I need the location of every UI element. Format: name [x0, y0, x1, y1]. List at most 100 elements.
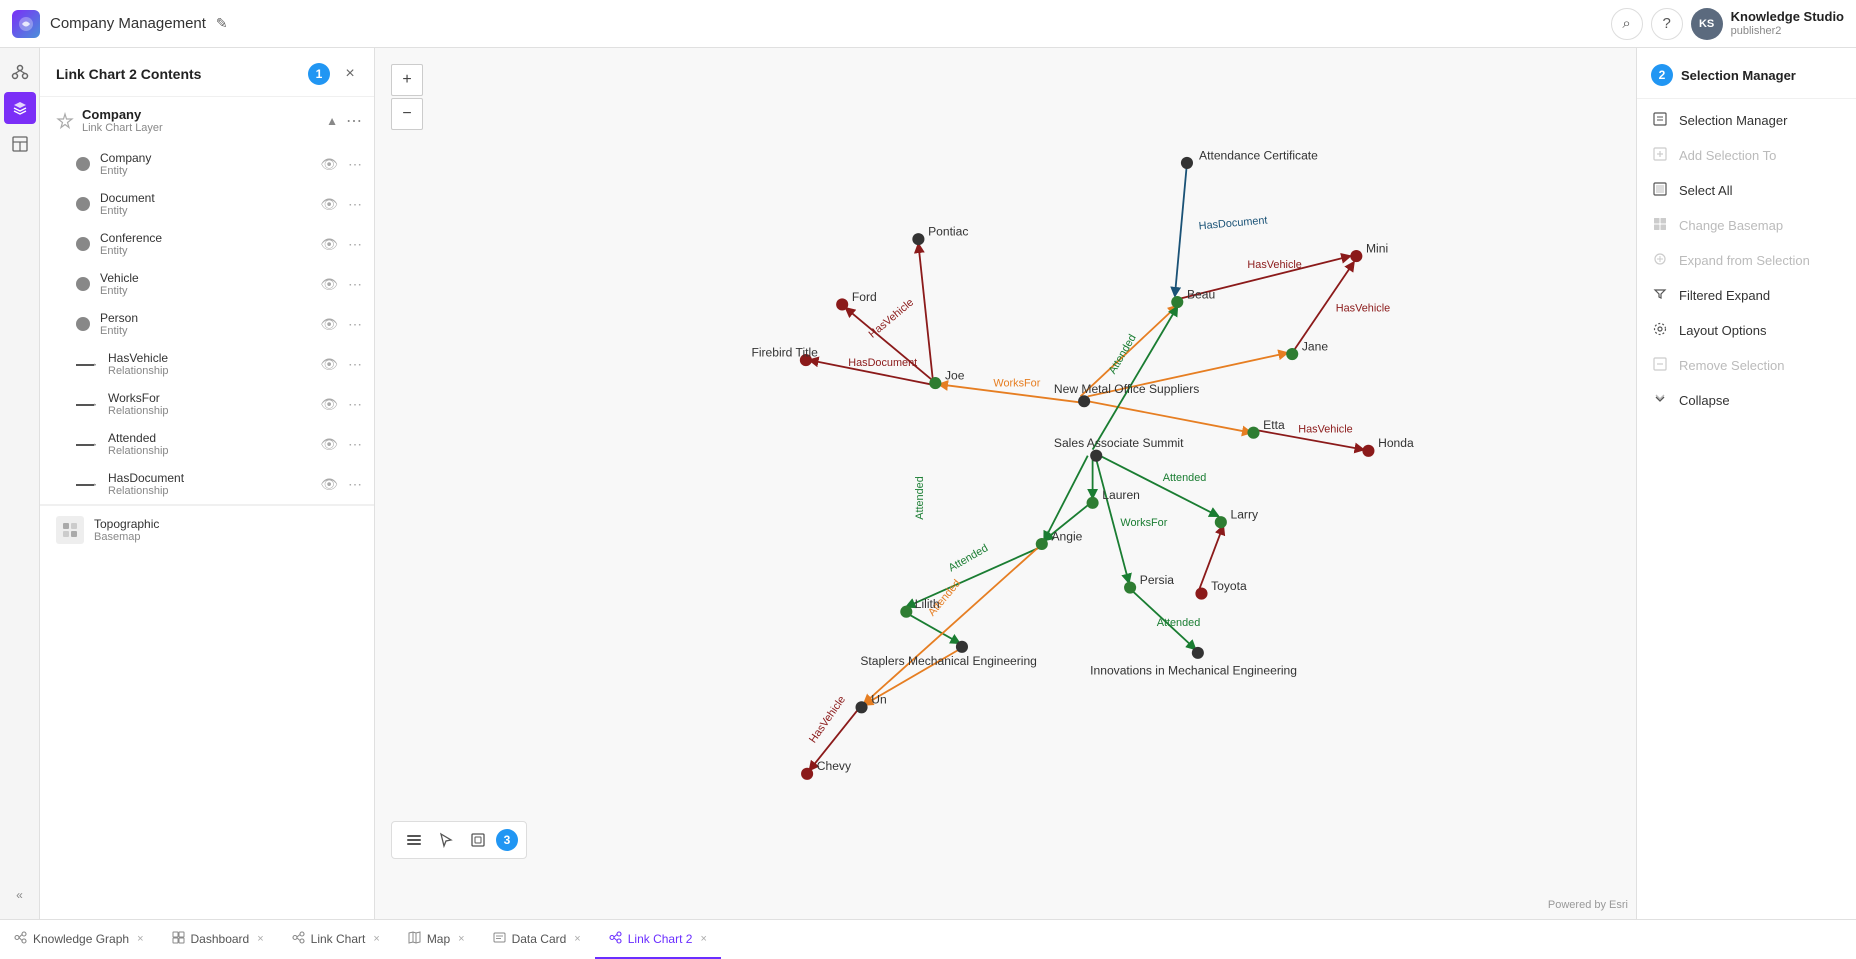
- layer-group-more-button[interactable]: ⋯: [346, 111, 362, 131]
- menu-item-layout-options[interactable]: Layout Options: [1637, 313, 1856, 348]
- visibility-toggle-icon[interactable]: 👁: [320, 276, 338, 293]
- layer-item-attended[interactable]: Attended Relationship 👁 ⋯: [60, 424, 374, 464]
- visibility-toggle-icon[interactable]: 👁: [320, 356, 338, 373]
- node-etta[interactable]: Etta: [1247, 418, 1284, 439]
- tab-dashboard[interactable]: Dashboard ×: [158, 920, 278, 959]
- node-lauren[interactable]: Lauren: [1087, 488, 1140, 509]
- tab-close-map[interactable]: ×: [458, 933, 464, 945]
- menu-item-collapse[interactable]: Collapse: [1637, 383, 1856, 418]
- zoom-in-button[interactable]: +: [391, 64, 423, 96]
- node-honda[interactable]: Honda: [1362, 436, 1414, 457]
- svg-text:Chevy: Chevy: [817, 759, 852, 773]
- menu-item-selection-manager[interactable]: Selection Manager: [1637, 103, 1856, 138]
- layer-item-more-button[interactable]: ⋯: [348, 396, 362, 413]
- layer-item-conference[interactable]: Conference Entity 👁 ⋯: [60, 224, 374, 264]
- layer-item-hasdocument[interactable]: HasDocument Relationship 👁 ⋯: [60, 464, 374, 504]
- svg-text:Pontiac: Pontiac: [928, 225, 968, 239]
- zoom-out-button[interactable]: −: [391, 98, 423, 130]
- visibility-toggle-icon[interactable]: 👁: [320, 476, 338, 493]
- node-mini[interactable]: Mini: [1350, 241, 1388, 262]
- tab-knowledge-graph[interactable]: Knowledge Graph ×: [0, 920, 158, 959]
- layer-item-vehicle[interactable]: Vehicle Entity 👁 ⋯: [60, 264, 374, 304]
- rail-icon-collapse[interactable]: «: [4, 879, 36, 911]
- rail-icon-network[interactable]: [4, 56, 36, 88]
- layer-item-more-button[interactable]: ⋯: [348, 316, 362, 333]
- svg-text:Persia: Persia: [1140, 573, 1175, 587]
- layer-item-company[interactable]: Company Entity 👁 ⋯: [60, 144, 374, 184]
- visibility-toggle-icon[interactable]: 👁: [320, 236, 338, 253]
- layer-item-person[interactable]: Person Entity 👁 ⋯: [60, 304, 374, 344]
- rail-icon-table[interactable]: [4, 128, 36, 160]
- visibility-toggle-icon[interactable]: 👁: [320, 156, 338, 173]
- node-firebird[interactable]: Firebird Title: [751, 345, 818, 366]
- node-un[interactable]: Un: [855, 693, 886, 714]
- visibility-toggle-icon[interactable]: 👁: [320, 396, 338, 413]
- svg-text:Attended: Attended: [947, 542, 991, 574]
- node-innovations[interactable]: Innovations in Mechanical Engineering: [1090, 647, 1297, 678]
- layer-item-more-button[interactable]: ⋯: [348, 156, 362, 173]
- visibility-toggle-icon[interactable]: 👁: [320, 316, 338, 333]
- help-button[interactable]: ?: [1651, 8, 1683, 40]
- node-attendance-cert[interactable]: Attendance Certificate: [1181, 148, 1318, 169]
- node-persia[interactable]: Persia: [1124, 573, 1174, 594]
- layer-item-more-button[interactable]: ⋯: [348, 356, 362, 373]
- chevron-up-icon: ▲: [326, 114, 338, 128]
- edit-icon[interactable]: ✎: [216, 15, 228, 32]
- tab-label-data-card: Data Card: [512, 932, 567, 946]
- node-staplers[interactable]: Staplers Mechanical Engineering: [860, 641, 1037, 668]
- layer-group-header[interactable]: Company Link Chart Layer ▲ ⋯: [40, 97, 374, 144]
- layer-item-document[interactable]: Document Entity 👁 ⋯: [60, 184, 374, 224]
- menu-item-select-all[interactable]: Select All: [1637, 173, 1856, 208]
- node-new-metal[interactable]: New Metal Office Suppliers: [1054, 382, 1199, 408]
- list-view-button[interactable]: [400, 826, 428, 854]
- tab-map[interactable]: Map ×: [394, 920, 479, 959]
- layer-item-more-button[interactable]: ⋯: [348, 436, 362, 453]
- map-area[interactable]: HasDocument HasVehicle HasDocument HasVe…: [375, 48, 1636, 919]
- add-selection-to-icon: [1651, 147, 1669, 164]
- visibility-toggle-icon[interactable]: 👁: [320, 196, 338, 213]
- entity-dot-icon: [76, 157, 90, 171]
- layer-group-info: Company Link Chart Layer: [82, 107, 318, 134]
- visibility-toggle-icon[interactable]: 👁: [320, 436, 338, 453]
- right-panel-badge: 2: [1651, 64, 1673, 86]
- tab-link-chart[interactable]: Link Chart ×: [278, 920, 394, 959]
- node-angie[interactable]: Angie: [1036, 529, 1083, 550]
- layer-item-more-button[interactable]: ⋯: [348, 276, 362, 293]
- layer-item-name: Company: [100, 151, 310, 165]
- tab-link-chart-2[interactable]: Link Chart 2 ×: [595, 920, 721, 959]
- node-beau[interactable]: Beau: [1171, 287, 1215, 308]
- tab-close-knowledge-graph[interactable]: ×: [137, 933, 143, 945]
- tab-close-data-card[interactable]: ×: [574, 933, 580, 945]
- tab-label-map: Map: [427, 932, 450, 946]
- menu-item-expand-from-selection: Expand from Selection: [1637, 243, 1856, 278]
- layer-item-more-button[interactable]: ⋯: [348, 236, 362, 253]
- node-ford[interactable]: Ford: [836, 290, 877, 311]
- layer-item-hasvehicle[interactable]: HasVehicle Relationship 👁 ⋯: [60, 344, 374, 384]
- node-chevy[interactable]: Chevy: [801, 759, 852, 780]
- select-button[interactable]: [432, 826, 460, 854]
- node-toyota[interactable]: Toyota: [1195, 579, 1247, 600]
- layer-item-worksfor[interactable]: WorksFor Relationship 👁 ⋯: [60, 384, 374, 424]
- layer-item-more-button[interactable]: ⋯: [348, 196, 362, 213]
- node-jane[interactable]: Jane: [1286, 339, 1328, 360]
- tab-close-dashboard[interactable]: ×: [257, 933, 263, 945]
- node-larry[interactable]: Larry: [1215, 508, 1259, 529]
- node-sales-assoc[interactable]: Sales Associate Summit: [1054, 436, 1184, 462]
- search-button[interactable]: ⌕: [1611, 8, 1643, 40]
- tab-close-link-chart-2[interactable]: ×: [700, 933, 706, 945]
- layer-item-more-button[interactable]: ⋯: [348, 476, 362, 493]
- expand-from-selection-icon: [1651, 252, 1669, 269]
- sidebar-title: Link Chart 2 Contents: [56, 66, 302, 82]
- toolbar-badge: 3: [496, 829, 518, 851]
- right-panel-title: Selection Manager: [1681, 68, 1796, 83]
- svg-text:Joe: Joe: [945, 368, 965, 382]
- tab-data-card[interactable]: Data Card ×: [479, 920, 595, 959]
- node-pontiac[interactable]: Pontiac: [912, 225, 968, 246]
- frame-button[interactable]: [464, 826, 492, 854]
- rail-icon-layers[interactable]: [4, 92, 36, 124]
- sidebar-close-button[interactable]: ×: [338, 62, 362, 86]
- tab-close-link-chart[interactable]: ×: [373, 933, 379, 945]
- menu-item-filtered-expand[interactable]: Filtered Expand: [1637, 278, 1856, 313]
- filtered-expand-label: Filtered Expand: [1679, 288, 1770, 303]
- entity-dot-icon: [76, 237, 90, 251]
